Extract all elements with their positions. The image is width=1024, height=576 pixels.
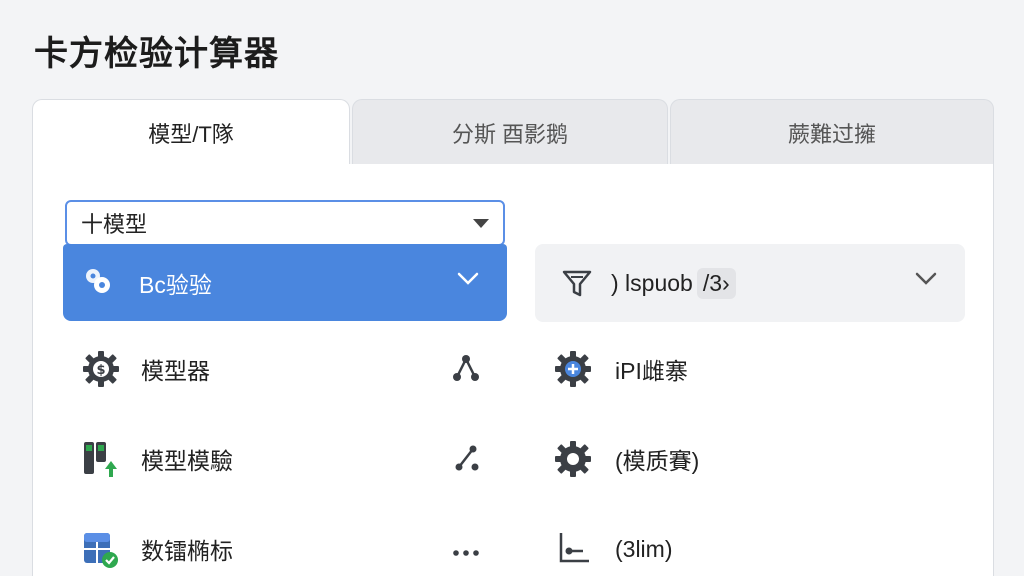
model-select[interactable]: 十模型 [65, 200, 505, 246]
tab-bar: 模型/T隊 分斯 酉影鹅 蕨難过擁 [32, 99, 994, 165]
option-limit-item[interactable]: (3lim) [535, 519, 965, 576]
model-dropdown-menu: Bc验验 $ 模型器 模型模驗 数镭椭标 [63, 244, 507, 576]
option-label: iPI雌寨 [615, 358, 688, 384]
menu-item-label: 模型模驗 [141, 448, 233, 474]
filter-select[interactable]: ) lspuob/3› [535, 244, 965, 322]
caret-down-icon [473, 218, 489, 228]
connect-icon[interactable] [451, 443, 481, 478]
tab-model[interactable]: 模型/T隊 [32, 99, 350, 165]
dropdown-selected-label: Bc验验 [139, 271, 212, 298]
tab-analysis[interactable]: 分斯 酉影鹅 [352, 99, 668, 165]
filter-icon [561, 268, 593, 305]
option-quality-item[interactable]: (模质賽) [535, 429, 965, 489]
link-dots-icon [83, 266, 117, 303]
more-icon[interactable] [451, 545, 481, 563]
main-panel: 十模型 Bc验验 $ 模型器 模型模驗 数镭椭标) lspuob /3› iP… [32, 164, 994, 576]
svg-text:$: $ [96, 363, 105, 378]
option-label: (模质賽) [615, 448, 700, 474]
tab-filter[interactable]: 蕨難过擁 [670, 99, 994, 165]
gear-icon [553, 439, 593, 484]
filter-label: ) lspuob/3› [611, 268, 736, 299]
menu-item-model-check[interactable]: 模型模驗 [63, 429, 507, 489]
menu-item-model-tool[interactable]: $ 模型器 [63, 339, 507, 399]
filter-chip: /3› [696, 268, 736, 299]
network-icon[interactable] [449, 351, 483, 390]
option-label: (3lim) [615, 535, 673, 562]
bars-upload-icon [81, 439, 121, 484]
database-check-icon [81, 529, 121, 574]
dropdown-selected-item[interactable]: Bc验验 [63, 244, 507, 321]
menu-item-label: 数镭椭标 [141, 538, 233, 564]
chevron-down-icon [457, 272, 479, 291]
gear-dollar-icon: $ [81, 349, 121, 394]
chevron-down-icon [915, 272, 937, 291]
menu-item-label: 模型器 [141, 358, 210, 384]
gear-plus-icon [553, 349, 593, 394]
filter-text: ) lspuob [611, 270, 693, 296]
menu-item-data-metrics[interactable]: 数镭椭标 [63, 519, 507, 576]
chart-axis-icon [553, 529, 593, 574]
app-title: 卡方检验计算器 [34, 35, 279, 73]
option-ip-item[interactable]: iPI雌寨 [535, 339, 965, 399]
model-select-value: 十模型 [81, 212, 148, 237]
